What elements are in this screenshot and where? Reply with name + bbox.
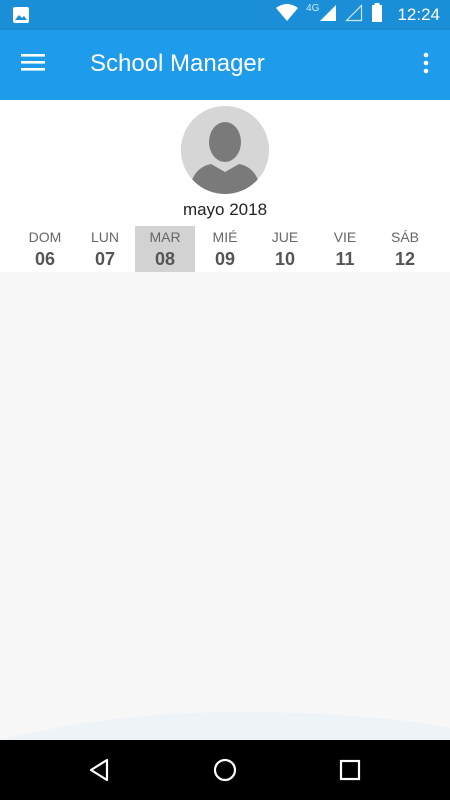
day-tuesday-selected[interactable]: MAR 08 bbox=[135, 226, 195, 272]
day-number: 11 bbox=[335, 249, 355, 269]
app-bar: School Manager bbox=[0, 30, 450, 100]
signal-icon bbox=[319, 4, 337, 27]
wifi-icon bbox=[276, 3, 299, 27]
day-name: DOM bbox=[28, 229, 62, 245]
month-label: mayo 2018 bbox=[182, 200, 268, 219]
day-name: LUN bbox=[90, 229, 119, 245]
system-nav-bar bbox=[0, 740, 450, 800]
back-triangle-icon[interactable] bbox=[85, 755, 115, 785]
hamburger-menu-icon[interactable] bbox=[20, 52, 50, 78]
day-thursday[interactable]: JUE 10 bbox=[255, 226, 315, 272]
recents-square-icon[interactable] bbox=[335, 755, 365, 785]
day-name: MAR bbox=[149, 229, 181, 245]
status-time: 12:24 bbox=[397, 5, 440, 24]
app-title: School Manager bbox=[90, 50, 265, 77]
day-saturday[interactable]: SÁB 12 bbox=[375, 226, 435, 272]
day-name: VIE bbox=[333, 229, 357, 245]
home-circle-icon[interactable] bbox=[210, 755, 240, 785]
status-bar: 4G 12:24 bbox=[0, 0, 450, 30]
header-card: mayo 2018 DOM 06 LUN 07 MAR 08 MIÉ 09 JU… bbox=[0, 100, 450, 272]
image-icon bbox=[12, 6, 30, 29]
more-vert-icon[interactable] bbox=[422, 52, 432, 78]
day-number: 06 bbox=[34, 249, 56, 269]
day-number: 09 bbox=[214, 249, 236, 269]
network-type: 4G bbox=[306, 2, 320, 14]
battery-icon bbox=[371, 2, 383, 28]
schedule-content bbox=[0, 272, 450, 740]
background-wave bbox=[0, 711, 450, 740]
day-wednesday[interactable]: MIÉ 09 bbox=[195, 226, 255, 272]
day-name: JUE bbox=[271, 229, 299, 245]
day-name: SÁB bbox=[390, 229, 419, 245]
day-monday[interactable]: LUN 07 bbox=[75, 226, 135, 272]
day-sunday[interactable]: DOM 06 bbox=[15, 226, 75, 272]
day-friday[interactable]: VIE 11 bbox=[315, 226, 375, 272]
week-strip: DOM 06 LUN 07 MAR 08 MIÉ 09 JUE 10 VIE 1… bbox=[15, 226, 435, 272]
day-name: MIÉ bbox=[212, 229, 238, 245]
day-number: 12 bbox=[394, 249, 416, 269]
day-number: 08 bbox=[154, 249, 176, 269]
day-number: 10 bbox=[274, 249, 296, 269]
day-number: 07 bbox=[94, 249, 116, 269]
signal-empty-icon bbox=[345, 3, 363, 27]
person-avatar-icon[interactable] bbox=[181, 106, 269, 194]
